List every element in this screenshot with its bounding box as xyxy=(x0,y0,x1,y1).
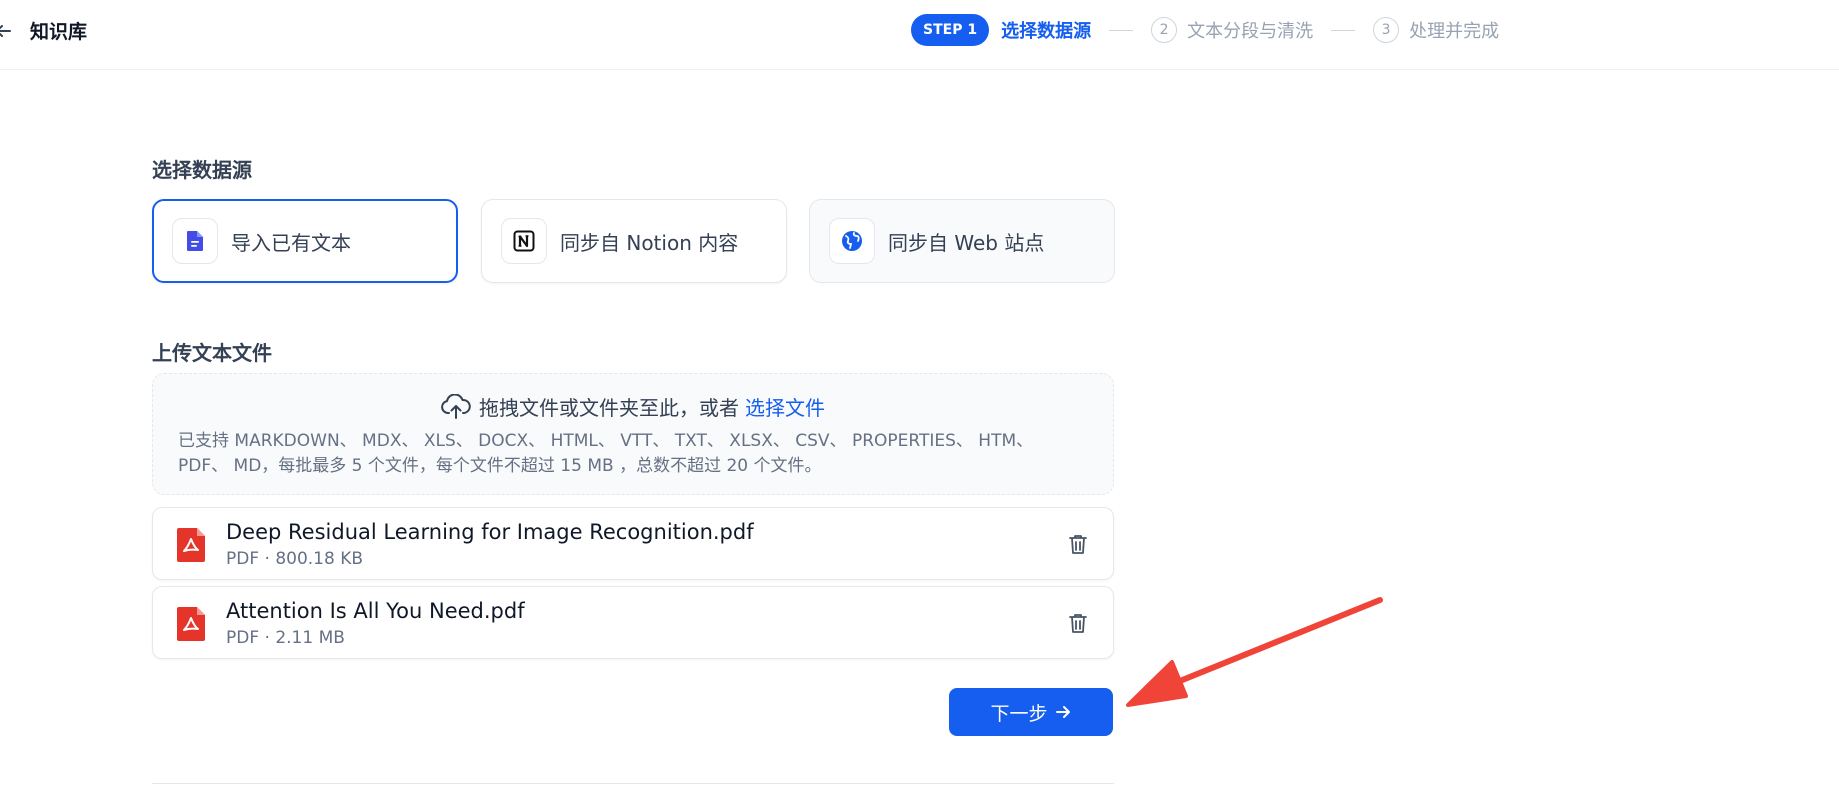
select-file-link[interactable]: 选择文件 xyxy=(745,392,825,421)
pdf-icon xyxy=(177,528,205,562)
back-arrow-icon[interactable] xyxy=(0,22,12,40)
top-bar: 知识库 STEP 1 选择数据源 2 文本分段与清洗 3 处理并完成 xyxy=(0,0,1839,70)
upload-title: 上传文本文件 xyxy=(152,341,272,365)
source-option-label: 导入已有文本 xyxy=(231,230,351,255)
supported-formats-text: 已支持 MARKDOWN、 MDX、 XLS、 DOCX、 HTML、 VTT、… xyxy=(178,431,1034,476)
file-item: Attention Is All You Need.pdf PDF · 2.11… xyxy=(152,586,1114,659)
stepper: STEP 1 选择数据源 2 文本分段与清洗 3 处理并完成 xyxy=(911,14,1499,46)
step-3-label: 处理并完成 xyxy=(1409,21,1500,42)
next-step-button[interactable]: 下一步 xyxy=(949,688,1113,736)
annotation-arrow-icon xyxy=(1126,597,1383,707)
notion-icon xyxy=(501,218,547,264)
step-2-label: 文本分段与清洗 xyxy=(1187,21,1314,42)
step-1-badge: STEP 1 xyxy=(911,14,990,46)
file-item: Deep Residual Learning for Image Recogni… xyxy=(152,507,1114,580)
file-name: Deep Residual Learning for Image Recogni… xyxy=(226,520,754,544)
file-meta: PDF · 2.11 MB xyxy=(226,628,345,648)
globe-icon xyxy=(829,218,875,264)
next-step-label: 下一步 xyxy=(990,702,1048,725)
step-divider xyxy=(1109,29,1134,31)
dropzone-text: 拖拽文件或文件夹至此，或者 xyxy=(479,396,739,420)
source-option-notion[interactable]: 同步自 Notion 内容 xyxy=(481,199,787,283)
data-source-title: 选择数据源 xyxy=(152,158,252,182)
step-1-label: 选择数据源 xyxy=(1001,21,1092,42)
source-option-label: 同步自 Web 站点 xyxy=(888,230,1045,255)
source-option-label: 同步自 Notion 内容 xyxy=(560,230,739,255)
step-2-number: 2 xyxy=(1151,17,1178,43)
file-meta: PDF · 800.18 KB xyxy=(226,549,364,569)
step-divider xyxy=(1331,29,1356,31)
arrow-right-icon xyxy=(1055,706,1070,718)
source-option-import-text[interactable]: 导入已有文本 xyxy=(152,199,458,283)
cloud-upload-icon xyxy=(441,393,471,419)
bottom-divider xyxy=(152,783,1114,784)
step-3-number: 3 xyxy=(1373,17,1400,43)
file-dropzone[interactable]: 拖拽文件或文件夹至此，或者 选择文件 已支持 MARKDOWN、 MDX、 XL… xyxy=(152,373,1114,495)
trash-icon[interactable] xyxy=(1067,533,1089,555)
trash-icon[interactable] xyxy=(1067,612,1089,634)
file-name: Attention Is All You Need.pdf xyxy=(226,599,525,623)
pdf-icon xyxy=(177,607,205,641)
document-icon xyxy=(172,218,218,264)
page-title: 知识库 xyxy=(30,21,88,43)
source-option-web[interactable]: 同步自 Web 站点 xyxy=(809,199,1115,283)
